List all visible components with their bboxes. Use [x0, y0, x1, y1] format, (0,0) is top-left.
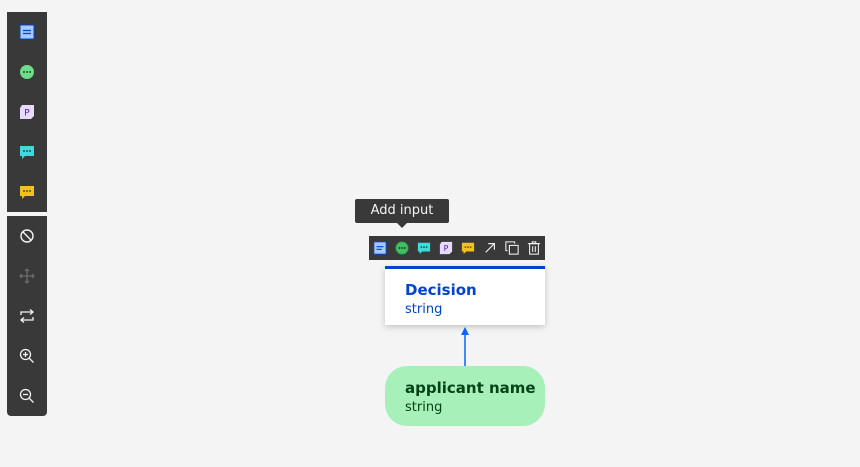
decision-node-type: string	[405, 302, 443, 317]
diagram-canvas[interactable]: P Add input P Decision string applicant …	[0, 0, 860, 467]
input-data-node[interactable]: applicant name string	[385, 366, 545, 426]
input-node-type: string	[405, 400, 443, 415]
decision-node-title: Decision	[405, 281, 477, 299]
decision-node[interactable]: Decision string	[385, 266, 545, 325]
input-node-title: applicant name	[405, 379, 536, 397]
